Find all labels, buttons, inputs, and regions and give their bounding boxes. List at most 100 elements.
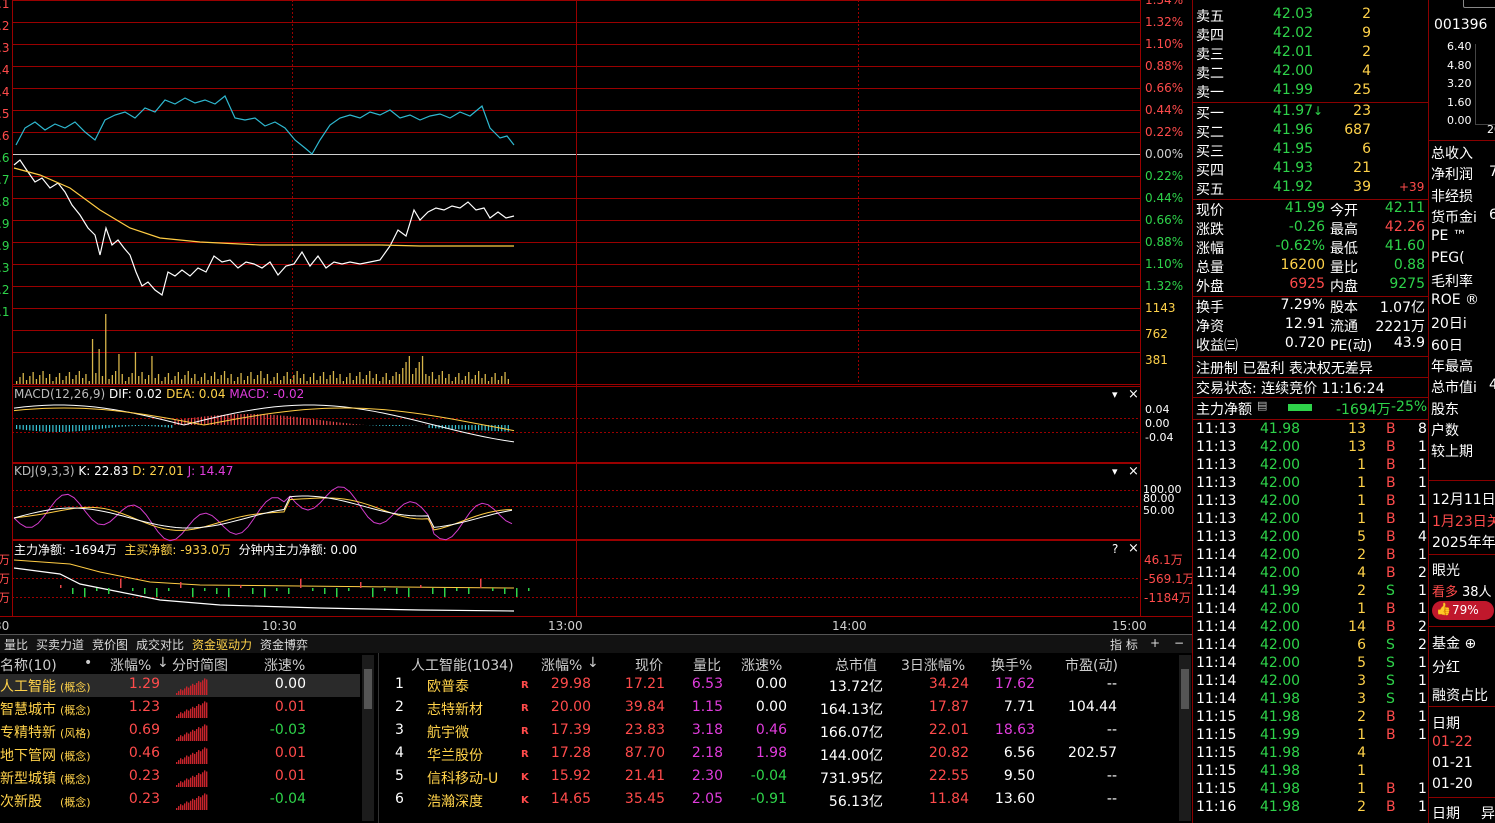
- sector-scroll-thumb[interactable]: [364, 669, 372, 709]
- intraday-chart[interactable]: 1.54% 1.32% 1.10% 0.88% 0.66% 0.44% 0.22% 0.00%…: [0, 0, 1195, 634]
- finance-label[interactable]: ROE ®: [1431, 292, 1479, 308]
- finance-label[interactable]: 非经损: [1431, 186, 1473, 206]
- kdj-dropdown-icon[interactable]: ▾: [1112, 465, 1118, 478]
- stock-name[interactable]: 航宇微: [427, 722, 469, 742]
- stock-name[interactable]: 华兰股份: [427, 745, 483, 765]
- bid-price[interactable]: 41.92: [1273, 179, 1313, 195]
- macd-bar: [299, 417, 301, 425]
- tick-time: 11:14: [1196, 547, 1237, 563]
- finance-label[interactable]: 60日: [1431, 335, 1463, 355]
- stock-header-chg3[interactable]: 3日涨幅%: [901, 655, 965, 675]
- stock-name[interactable]: 信科移动-U: [427, 768, 498, 788]
- stock-header-name[interactable]: 人工智能(1034): [411, 655, 514, 675]
- add-indicator-button[interactable]: +: [1150, 636, 1160, 650]
- flow-help-icon[interactable]: ?: [1112, 542, 1118, 556]
- sector-header-name[interactable]: 名称(10): [0, 655, 57, 675]
- finance-label[interactable]: PE ™: [1431, 228, 1467, 244]
- ask-price[interactable]: 42.00: [1273, 63, 1313, 79]
- flow-bar: [384, 588, 386, 591]
- thumbs-up-icon: 👍: [1436, 602, 1451, 616]
- sector-name[interactable]: 地下管网: [0, 745, 56, 765]
- fenhong-label[interactable]: 分红: [1432, 657, 1460, 677]
- ask-price[interactable]: 42.01: [1273, 44, 1313, 60]
- finance-label[interactable]: PEG(: [1431, 250, 1465, 266]
- fund-label: 换手: [1196, 300, 1224, 316]
- top-tab-button[interactable]: [1463, 0, 1495, 8]
- stock-sort-icon[interactable]: ↓: [587, 655, 599, 671]
- bid-price[interactable]: 41.95: [1273, 141, 1313, 157]
- sector-header-change[interactable]: 涨幅%: [110, 655, 151, 675]
- ask-price[interactable]: 42.02: [1273, 25, 1313, 41]
- finance-label[interactable]: 净利润: [1431, 164, 1473, 184]
- stock-header-price[interactable]: 现价: [635, 655, 663, 675]
- stock-name[interactable]: 志特新材: [427, 699, 483, 719]
- date-event-1[interactable]: 12月11日4: [1432, 489, 1495, 509]
- finance-label[interactable]: 股东: [1431, 399, 1459, 419]
- stock-header-ratio[interactable]: 量比: [693, 655, 721, 675]
- stock-speed: 0.46: [755, 722, 787, 738]
- flow-close-icon[interactable]: ×: [1128, 541, 1139, 556]
- date-event-2[interactable]: 1月23日关: [1432, 511, 1495, 531]
- stock-header-pe[interactable]: 市盈(动): [1065, 655, 1118, 675]
- volume-bar: [35, 379, 38, 384]
- ask-volume: 25: [1353, 82, 1371, 98]
- macd-bar: [85, 425, 87, 431]
- ask-price[interactable]: 41.99: [1273, 82, 1313, 98]
- tab-volume-ratio[interactable]: 量比: [4, 636, 28, 653]
- stock-header-speed[interactable]: 涨速%: [741, 655, 782, 675]
- macd-bar: [306, 418, 308, 425]
- tick-volume: 5: [1357, 529, 1366, 545]
- sector-name[interactable]: 人工智能: [0, 676, 56, 696]
- tab-auction-chart[interactable]: 竞价图: [92, 636, 128, 653]
- volume-bar: [332, 371, 335, 384]
- sector-name[interactable]: 新型城镇: [0, 768, 56, 788]
- macd-close-icon[interactable]: ×: [1128, 387, 1139, 402]
- finance-label[interactable]: 户数: [1431, 420, 1459, 440]
- bid-price[interactable]: 41.93: [1273, 160, 1313, 176]
- stock-header-turnover[interactable]: 换手%: [991, 655, 1032, 675]
- tab-trade-compare[interactable]: 成交对比: [136, 636, 184, 653]
- rzzb-label[interactable]: 融资占比: [1432, 685, 1488, 705]
- table-icon[interactable]: ▤: [1257, 399, 1267, 412]
- stock-price: 21.41: [624, 768, 665, 784]
- sector-scrollbar[interactable]: [362, 655, 374, 821]
- stock-scrollbar[interactable]: [1179, 655, 1191, 821]
- indicator-button[interactable]: 指 标: [1110, 636, 1138, 653]
- ask-price[interactable]: 42.03: [1273, 6, 1313, 22]
- volume-bar: [167, 373, 170, 384]
- tick-price: 42.00: [1260, 493, 1301, 509]
- sector-sort-icon[interactable]: ↓: [157, 655, 169, 671]
- stock-name[interactable]: 欧普泰: [427, 676, 469, 696]
- stock-turnover: 7.71: [1003, 699, 1035, 715]
- macd-bar: [494, 425, 496, 431]
- finance-label[interactable]: 毛利率: [1431, 271, 1473, 291]
- finance-label[interactable]: 较上期: [1431, 441, 1473, 461]
- stock-name[interactable]: 浩瀚深度: [427, 791, 483, 811]
- tab-buy-sell-power[interactable]: 买卖力道: [36, 636, 84, 653]
- sector-name[interactable]: 次新股: [0, 791, 42, 811]
- tab-fund-game[interactable]: 资金博弈: [260, 636, 308, 653]
- intraday-chart-area[interactable]: 1.54% 1.32% 1.10% 0.88% 0.66% 0.44% 0.22% 0.00%…: [0, 0, 1195, 634]
- finance-label[interactable]: 货币金i: [1431, 207, 1477, 227]
- date-event-3[interactable]: 2025年年报: [1432, 532, 1495, 552]
- sector-header-speed[interactable]: 涨速%: [264, 655, 305, 675]
- finance-label[interactable]: 总收入: [1431, 143, 1473, 163]
- finance-label[interactable]: 年最高: [1431, 356, 1473, 376]
- macd-dropdown-icon[interactable]: ▾: [1112, 388, 1118, 401]
- finance-label[interactable]: 总市值i: [1431, 377, 1477, 397]
- stock-header-mcap[interactable]: 总市值: [835, 655, 877, 675]
- tick-volume: 6: [1357, 637, 1366, 653]
- stock-scroll-thumb[interactable]: [1181, 669, 1189, 709]
- bid-price[interactable]: 41.97: [1273, 103, 1313, 119]
- volume-bar: [276, 373, 278, 384]
- bid-price[interactable]: 41.96: [1273, 122, 1313, 138]
- fund-label[interactable]: 基金 ⊕: [1432, 633, 1476, 653]
- sector-name[interactable]: 智慧城市: [0, 699, 56, 719]
- sector-name[interactable]: 专精特新: [0, 722, 56, 742]
- finance-label[interactable]: 20日i: [1431, 313, 1467, 333]
- stock-header-change[interactable]: 涨幅%: [541, 655, 582, 675]
- macd-bar: [491, 425, 493, 431]
- tab-fund-drive[interactable]: 资金驱动力: [192, 636, 252, 653]
- kdj-close-icon[interactable]: ×: [1128, 464, 1139, 479]
- remove-indicator-button[interactable]: −: [1174, 636, 1184, 650]
